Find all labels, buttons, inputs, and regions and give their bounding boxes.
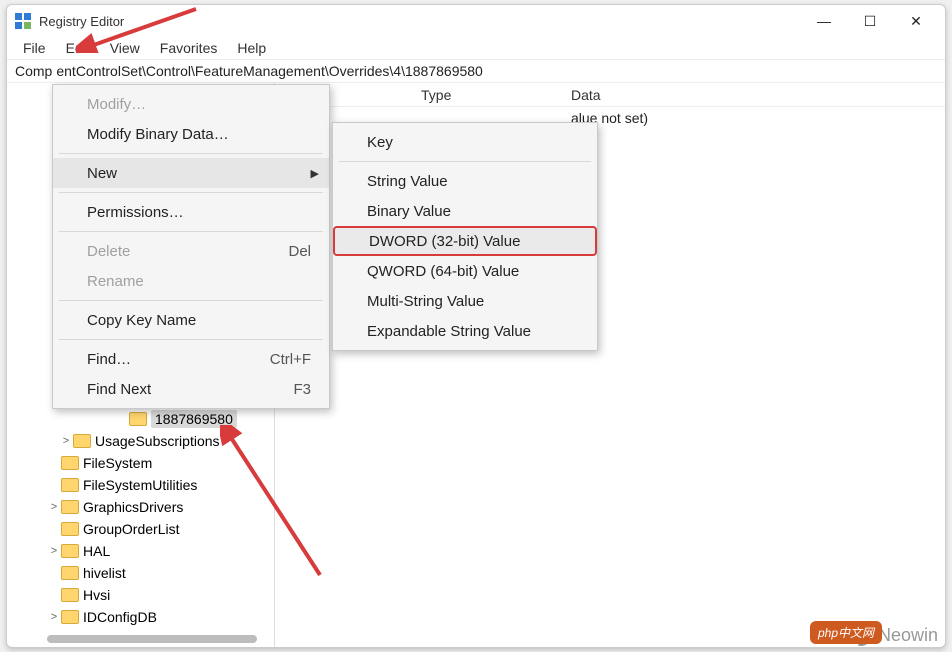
col-type[interactable]: Type (421, 87, 571, 103)
menu-help[interactable]: Help (227, 38, 276, 58)
submenu-item-key[interactable]: Key (333, 127, 597, 157)
menu-file[interactable]: File (13, 38, 56, 58)
tree-node-label: IDConfigDB (83, 609, 157, 625)
submenu-item-binary[interactable]: Binary Value (333, 196, 597, 226)
new-submenu: Key String Value Binary Value DWORD (32-… (332, 122, 598, 351)
tree-node[interactable]: 1887869580 (7, 408, 274, 430)
menu-item-permissions[interactable]: Permissions… (53, 197, 329, 227)
folder-icon (129, 412, 147, 426)
folder-icon (61, 456, 79, 470)
folder-icon (61, 544, 79, 558)
menu-separator (59, 192, 323, 193)
tree-expand-icon[interactable]: > (59, 435, 73, 447)
close-button[interactable]: ✕ (893, 5, 939, 37)
titlebar: Registry Editor — ☐ ✕ (7, 5, 945, 37)
tree-node-label: Hvsi (83, 587, 110, 603)
address-label: Comp (15, 63, 52, 79)
folder-icon (61, 610, 79, 624)
folder-icon (61, 566, 79, 580)
cell-data: alue not set) (571, 110, 945, 126)
tree-node-label: UsageSubscriptions (95, 433, 220, 449)
col-data[interactable]: Data (571, 87, 945, 103)
menu-edit[interactable]: Edit (56, 38, 100, 58)
menu-item-delete: Delete Del (53, 236, 329, 266)
menu-favorites[interactable]: Favorites (150, 38, 228, 58)
watermark-text: Neowin (878, 625, 938, 646)
tree-node[interactable]: > IDConfigDB (7, 606, 274, 628)
tree-expand-icon[interactable]: > (47, 611, 61, 623)
window-title: Registry Editor (39, 14, 124, 29)
menu-item-modify: Modify… (53, 89, 329, 119)
menu-item-new[interactable]: New ▶ (53, 158, 329, 188)
minimize-button[interactable]: — (801, 5, 847, 37)
menu-view[interactable]: View (100, 38, 150, 58)
menu-separator (59, 153, 323, 154)
tree-node[interactable]: > GraphicsDrivers (7, 496, 274, 518)
tree-node-label: HAL (83, 543, 110, 559)
submenu-item-dword[interactable]: DWORD (32-bit) Value (333, 226, 597, 256)
menu-item-find[interactable]: Find… Ctrl+F (53, 344, 329, 374)
tree-node[interactable]: > HAL (7, 540, 274, 562)
menu-separator (59, 339, 323, 340)
horizontal-scrollbar[interactable] (47, 635, 257, 643)
tree-node[interactable]: FileSystemUtilities (7, 474, 274, 496)
menu-item-find-label: Find… (87, 351, 131, 368)
address-bar[interactable]: Comp entControlSet\Control\FeatureManage… (7, 59, 945, 83)
submenu-item-multi-string[interactable]: Multi-String Value (333, 286, 597, 316)
tree-node-label: hivelist (83, 565, 126, 581)
submenu-item-qword[interactable]: QWORD (64-bit) Value (333, 256, 597, 286)
tree-node[interactable]: GroupOrderList (7, 518, 274, 540)
menu-item-find-next-label: Find Next (87, 381, 151, 398)
tree-expand-icon[interactable]: > (47, 545, 61, 557)
app-icon (13, 11, 33, 31)
submenu-item-expandable-string[interactable]: Expandable String Value (333, 316, 597, 346)
folder-icon (61, 478, 79, 492)
tree-node-label: GraphicsDrivers (83, 499, 183, 515)
menu-item-modify-binary[interactable]: Modify Binary Data… (53, 119, 329, 149)
tree-node-label: GroupOrderList (83, 521, 179, 537)
tree-node[interactable]: hivelist (7, 562, 274, 584)
menu-item-find-next[interactable]: Find Next F3 (53, 374, 329, 404)
folder-icon (61, 500, 79, 514)
shortcut-find: Ctrl+F (240, 351, 311, 368)
folder-icon (61, 522, 79, 536)
submenu-item-string[interactable]: String Value (333, 166, 597, 196)
tree-expand-icon[interactable]: > (47, 501, 61, 513)
address-value: entControlSet\Control\FeatureManagement\… (56, 63, 482, 79)
edit-context-menu: Modify… Modify Binary Data… New ▶ Permis… (52, 84, 330, 409)
shortcut-find-next: F3 (263, 381, 311, 398)
tree-node-label: FileSystem (83, 455, 152, 471)
maximize-button[interactable]: ☐ (847, 5, 893, 37)
menu-separator (59, 231, 323, 232)
menu-item-delete-label: Delete (87, 243, 130, 260)
tree-node-label: FileSystemUtilities (83, 477, 197, 493)
php-badge: php中文网 (810, 621, 882, 644)
tree-node[interactable]: > UsageSubscriptions (7, 430, 274, 452)
submenu-arrow-icon: ▶ (311, 167, 319, 180)
menu-separator (59, 300, 323, 301)
menu-item-copy-key[interactable]: Copy Key Name (53, 305, 329, 335)
menu-item-rename: Rename (53, 266, 329, 296)
tree-node[interactable]: FileSystem (7, 452, 274, 474)
menu-item-new-label: New (87, 165, 117, 182)
tree-node-label: 1887869580 (151, 410, 237, 428)
menubar: File Edit View Favorites Help (7, 37, 945, 59)
menu-separator (339, 161, 591, 162)
folder-icon (73, 434, 91, 448)
list-header: Type Data (275, 83, 945, 107)
shortcut-del: Del (258, 243, 311, 260)
tree-node[interactable]: Hvsi (7, 584, 274, 606)
window-controls: — ☐ ✕ (801, 5, 939, 37)
folder-icon (61, 588, 79, 602)
